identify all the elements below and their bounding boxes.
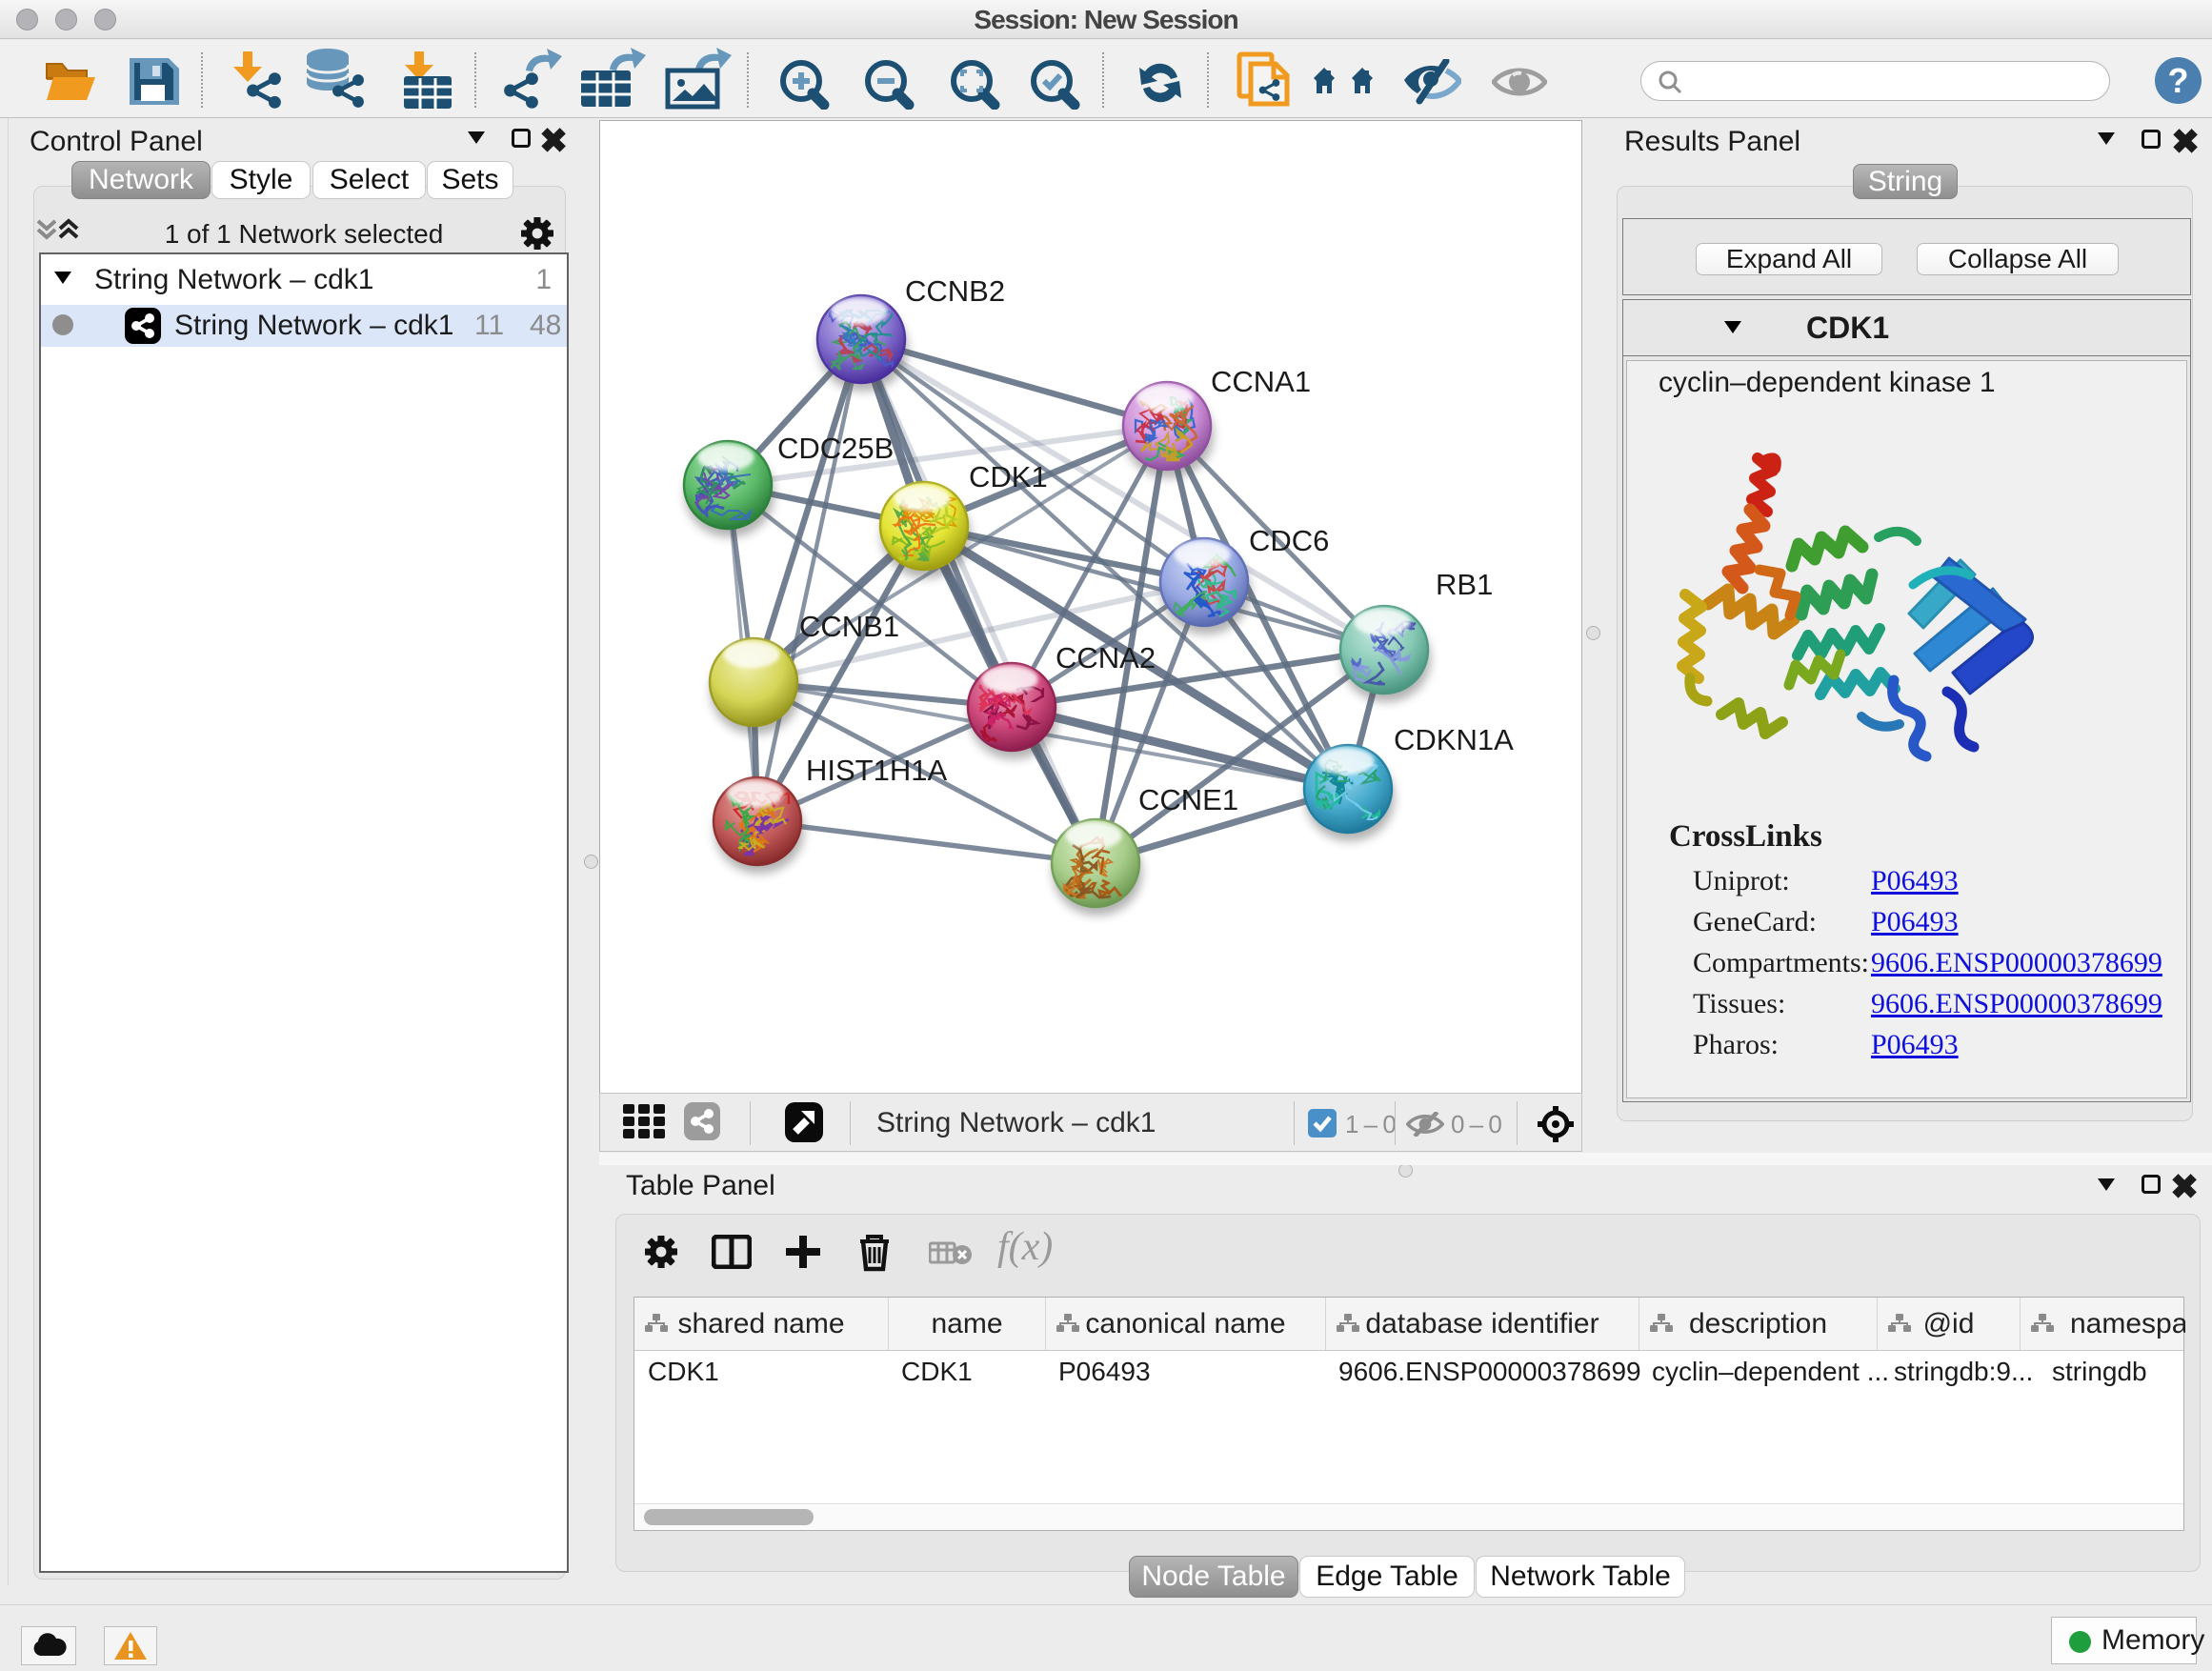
svg-text:CDK1: CDK1 xyxy=(969,460,1048,493)
svg-text:CCNA1: CCNA1 xyxy=(1211,365,1311,398)
svg-text:CCNE1: CCNE1 xyxy=(1138,783,1238,816)
svg-text:CCNB2: CCNB2 xyxy=(905,274,1005,308)
svg-text:CDC6: CDC6 xyxy=(1249,524,1329,557)
svg-text:HIST1H1A: HIST1H1A xyxy=(806,754,947,787)
svg-text:CCNA2: CCNA2 xyxy=(1056,641,1156,674)
svg-text:RB1: RB1 xyxy=(1436,568,1493,601)
svg-text:CDKN1A: CDKN1A xyxy=(1394,723,1514,756)
svg-text:CDC25B: CDC25B xyxy=(777,432,894,465)
svg-text:CCNB1: CCNB1 xyxy=(799,610,899,643)
